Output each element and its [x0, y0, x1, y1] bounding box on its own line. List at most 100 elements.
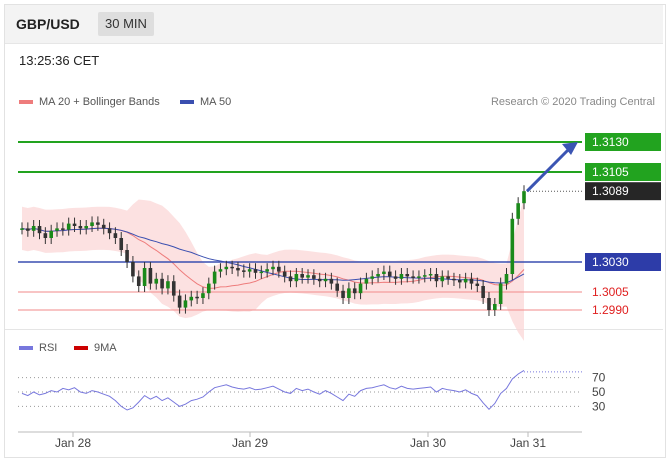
level-label-support: 1.3005 [592, 285, 629, 299]
candle-body [306, 275, 310, 278]
candle-body [312, 275, 316, 279]
candle-body [201, 293, 205, 298]
candle-body [230, 266, 234, 269]
level-label-target: 1.3130 [592, 135, 629, 149]
candle-body [434, 274, 439, 282]
candle-body [405, 274, 410, 277]
candle-body [387, 271, 392, 277]
candle-body [265, 269, 269, 272]
price-chart: 1.3130 1.3105 1.3089 1.3030 1.3005 1.2990 3050… [18, 133, 661, 450]
candle-body [189, 296, 194, 301]
candle-body [457, 280, 462, 283]
candle-body [148, 268, 153, 284]
candle-body [90, 222, 94, 226]
level-label-last: 1.3089 [592, 184, 629, 198]
candle-body [125, 250, 129, 262]
candle-body [364, 278, 369, 284]
candle-body [498, 283, 503, 304]
candle-body [323, 278, 328, 282]
candle-body [428, 274, 433, 276]
projection-arrow [525, 146, 572, 193]
candle-body [440, 276, 445, 282]
candle-body [195, 296, 199, 299]
candle-body [37, 226, 42, 234]
candle-body [452, 278, 456, 281]
candle-body [376, 274, 380, 277]
candle-body [166, 281, 170, 289]
rsi-tick-label: 30 [592, 399, 606, 413]
candle-body [247, 269, 252, 272]
candle-body [154, 278, 159, 284]
candle-body [469, 278, 474, 284]
candle-body [107, 228, 112, 234]
rsi-line [21, 369, 525, 411]
candle-body [55, 228, 59, 231]
level-label-resistance: 1.3105 [592, 165, 629, 179]
candle-body [347, 288, 351, 298]
candle-body [242, 270, 246, 272]
candle-body [72, 223, 77, 226]
candle-body [84, 226, 89, 229]
candle-body [236, 268, 240, 271]
candle-body [96, 222, 100, 225]
candle-body [218, 269, 223, 272]
candle-body [329, 278, 334, 284]
candle-body [49, 230, 53, 238]
candle-body [294, 274, 299, 282]
candle-body [224, 266, 229, 270]
candle-body [411, 276, 415, 278]
candle-body [487, 298, 491, 310]
candle-body [399, 274, 404, 279]
candle-body [136, 276, 141, 286]
candle-body [422, 275, 427, 277]
candle-body [142, 268, 147, 286]
candle-body [253, 269, 258, 273]
candle-body [43, 233, 48, 238]
candle-body [358, 283, 363, 294]
candle-body [317, 278, 322, 282]
candle-body [493, 304, 497, 310]
candle-body [61, 228, 65, 230]
candle-body [335, 283, 340, 291]
candle-body [113, 233, 118, 238]
candle-body [516, 203, 520, 219]
candle-body [119, 238, 124, 250]
candle-body [171, 281, 176, 296]
candle-body [341, 290, 345, 298]
candle-body [177, 295, 182, 308]
candle-body [288, 276, 293, 282]
candle-body [510, 218, 515, 274]
candle-body [370, 276, 375, 279]
candle-body [481, 286, 485, 298]
candle-body [78, 226, 83, 229]
candle-body [504, 274, 509, 284]
candle-body [300, 274, 304, 278]
candle-body [160, 278, 164, 289]
candle-body [277, 266, 281, 272]
rsi-tick-label: 70 [592, 371, 606, 385]
candle-body [131, 262, 135, 277]
candle-body [382, 271, 386, 274]
candle-body [259, 271, 264, 274]
candle-body [31, 226, 36, 231]
candle-body [206, 283, 211, 294]
candle-body [271, 266, 275, 270]
rsi-tick-label: 50 [592, 385, 606, 399]
candle-body [212, 271, 217, 284]
candle-body [282, 271, 287, 277]
x-tick-label: Jan 29 [232, 436, 268, 450]
candle-body [393, 276, 398, 279]
candle-body [26, 228, 30, 231]
level-label-support: 1.2990 [592, 303, 629, 317]
x-tick-label: Jan 30 [410, 436, 446, 450]
candle-body [463, 278, 468, 283]
candle-body [522, 191, 526, 204]
candle-body [66, 223, 71, 230]
candle-body [20, 228, 24, 230]
candle-body [183, 300, 188, 308]
level-label-pivot: 1.3030 [592, 255, 629, 269]
candle-body [475, 283, 480, 286]
candle-body [352, 288, 357, 294]
candle-body [101, 224, 106, 229]
candle-body [417, 276, 421, 278]
